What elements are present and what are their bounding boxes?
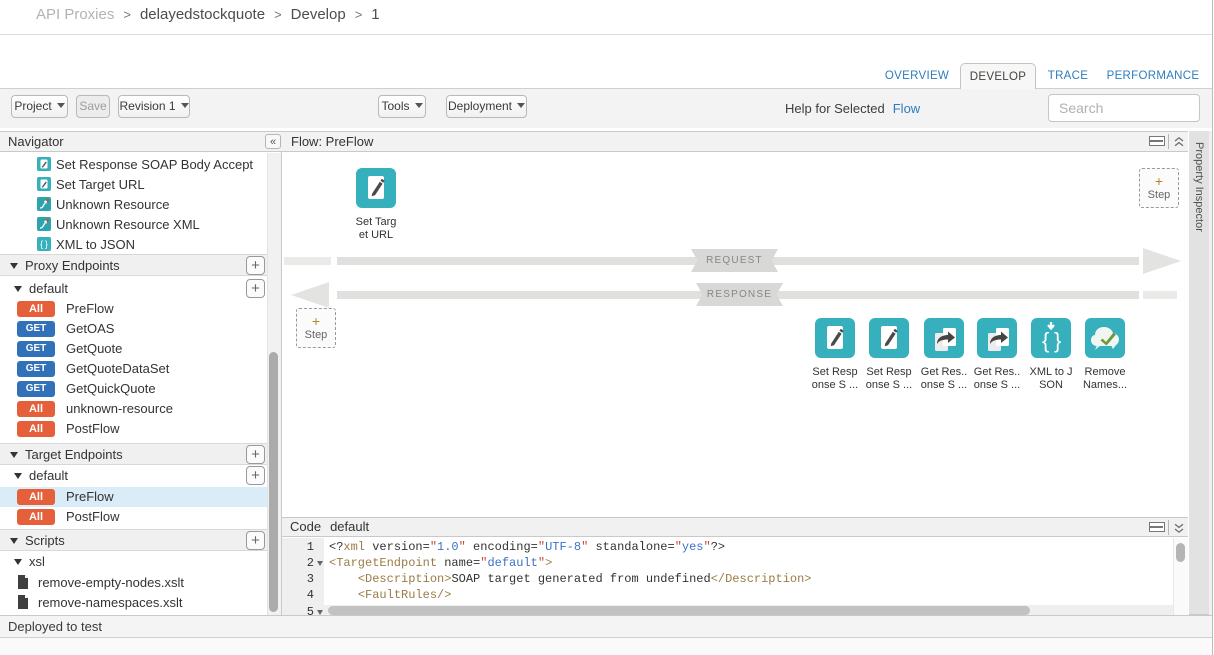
svg-text:}: } [1054, 328, 1061, 353]
svg-text:{: { [1042, 328, 1049, 353]
svg-text:{ }: { } [40, 239, 48, 249]
